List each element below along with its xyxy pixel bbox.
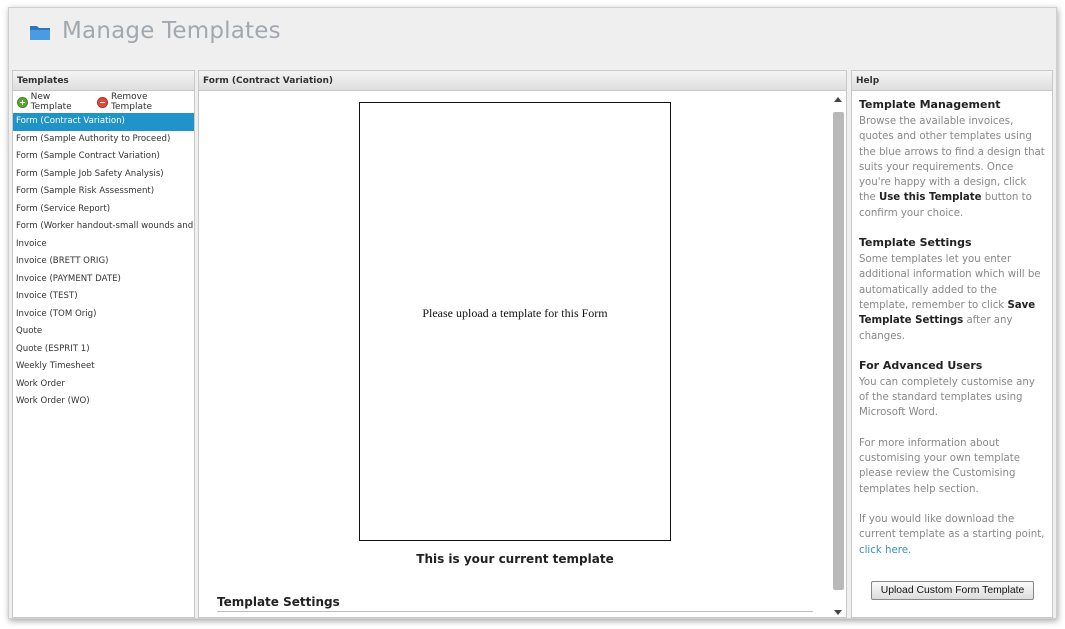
current-template-caption: This is your current template (416, 552, 614, 566)
remove-template-label: Remove Template (111, 92, 153, 112)
folder-icon (30, 26, 50, 40)
help-text: If you would like download the current t… (859, 513, 1045, 556)
help-title: Template Management (859, 98, 1001, 111)
preview-panel: Form (Contract Variation) Please upload … (198, 70, 847, 618)
preview-placeholder-text: Please upload a template for this Form (422, 306, 608, 320)
list-item[interactable]: Weekly Timesheet (13, 358, 194, 376)
list-item[interactable]: Invoice (13, 236, 194, 254)
help-text: For more information about customising y… (859, 437, 1021, 495)
list-item[interactable]: Form (Service Report) (13, 201, 194, 219)
page-header: Manage Templates (9, 8, 1056, 70)
help-section-management: Template Management Browse the available… (859, 98, 1045, 221)
list-item[interactable]: Invoice (BRETT ORIG) (13, 253, 194, 271)
help-text: Browse the available invoices, quotes an… (859, 116, 1045, 219)
list-item[interactable]: Work Order (13, 376, 194, 394)
template-list: Form (Contract Variation) Form (Sample A… (13, 113, 194, 411)
new-template-button[interactable]: New Template (17, 92, 91, 112)
help-text: You can completely customise any of the … (859, 376, 1035, 419)
list-item[interactable]: Form (Sample Job Safety Analysis) (13, 166, 194, 184)
add-icon (17, 96, 28, 108)
vertical-scrollbar[interactable] (831, 92, 846, 617)
manage-templates-window: Manage Templates Templates New Template … (8, 7, 1057, 619)
scroll-up-arrow-icon[interactable] (834, 97, 842, 102)
templates-panel: Templates New Template Remove Template F… (12, 70, 195, 618)
list-item[interactable]: Invoice (PAYMENT DATE) (13, 271, 194, 289)
help-text: Some templates let you enter additional … (859, 254, 1041, 342)
help-title: Template Settings (859, 236, 972, 250)
preview-panel-heading: Form (Contract Variation) (199, 71, 846, 91)
scroll-down-arrow-icon[interactable] (834, 610, 842, 615)
click-here-link[interactable]: click here. (859, 545, 911, 556)
scrollbar-thumb[interactable] (833, 112, 844, 590)
remove-template-button[interactable]: Remove Template (97, 92, 188, 112)
page-title: Manage Templates (62, 18, 281, 44)
list-item[interactable]: Form (Worker handout-small wounds and c (13, 218, 194, 236)
help-title: For Advanced Users (859, 358, 983, 372)
help-panel-heading: Help (852, 71, 1052, 91)
upload-custom-template-button[interactable]: Upload Custom Form Template (871, 581, 1034, 600)
template-settings-heading: Template Settings (217, 595, 813, 612)
help-section-download: If you would like download the current t… (859, 512, 1045, 558)
help-panel: Help Template Management Browse the avai… (851, 70, 1053, 618)
help-section-advanced: For Advanced Users You can completely cu… (859, 359, 1045, 421)
template-preview: Please upload a template for this Form (359, 102, 671, 541)
new-template-label: New Template (30, 92, 72, 112)
templates-toolbar: New Template Remove Template (13, 91, 194, 113)
list-item[interactable]: Form (Sample Authority to Proceed) (13, 131, 194, 149)
list-item[interactable]: Invoice (TOM Orig) (13, 306, 194, 324)
list-item[interactable]: Form (Contract Variation) (13, 113, 194, 131)
preview-scroll-area: Please upload a template for this Form T… (199, 92, 846, 617)
list-item[interactable]: Form (Sample Risk Assessment) (13, 183, 194, 201)
help-content: Template Management Browse the available… (852, 91, 1052, 558)
help-section-settings: Template Settings Some templates let you… (859, 236, 1045, 344)
list-item[interactable]: Quote (13, 323, 194, 341)
list-item[interactable]: Invoice (TEST) (13, 288, 194, 306)
list-item[interactable]: Form (Sample Contract Variation) (13, 148, 194, 166)
help-section-more-info: For more information about customising y… (859, 436, 1045, 497)
list-item[interactable]: Work Order (WO) (13, 393, 194, 411)
templates-panel-heading: Templates (13, 71, 194, 91)
list-item[interactable]: Quote (ESPRIT 1) (13, 341, 194, 359)
remove-icon (97, 96, 109, 108)
